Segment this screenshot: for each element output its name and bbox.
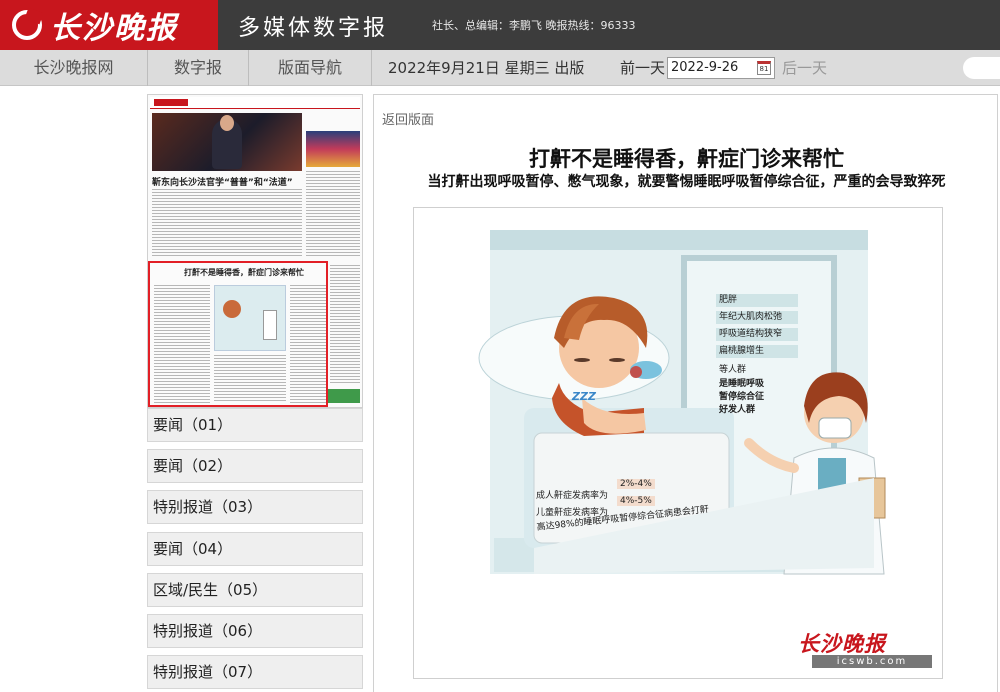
top-header: 长沙晚报 多媒体数字报 社长、总编辑：李鹏飞 晚报热线：96333: [0, 0, 1000, 50]
risk-item: 年纪大肌肉松弛: [716, 311, 798, 324]
thumbnail-illustration: [214, 285, 286, 351]
watermark-url: icswb.com: [812, 655, 932, 668]
date-value: 2022-9-26: [671, 60, 739, 75]
risk-item: 扁桃腺增生: [716, 345, 798, 358]
newspaper-watermark-logo: 长沙晚报 icswb.com: [798, 628, 933, 670]
risk-item: 呼吸道结构狭窄: [716, 328, 798, 341]
thumbnail-text-block: [154, 285, 210, 403]
next-day-link[interactable]: 后一天: [782, 50, 827, 86]
section-item-06[interactable]: 特别报道（06）: [147, 614, 363, 648]
thumbnail-text-block: [306, 171, 360, 257]
thumbnail-masthead: [150, 97, 360, 109]
thumbnail-selected-title: 打鼾不是睡得香，鼾症门诊来帮忙: [184, 268, 304, 277]
risk-conclusion: 暂停综合征: [719, 392, 765, 402]
stat-value: 4%-5%: [617, 496, 655, 506]
article-panel: 返回版面 打鼾不是睡得香，鼾症门诊来帮忙 当打鼾出现呼吸暂停、憋气现象，就要警惕…: [373, 94, 998, 692]
stat-label: 成人鼾症发病率为: [536, 491, 609, 501]
search-input[interactable]: [963, 57, 1000, 79]
thumbnail-text-block: [290, 285, 326, 403]
thumbnail-photo: [152, 113, 302, 171]
thumbnail-text-block: [214, 355, 286, 403]
back-to-page-link[interactable]: 返回版面: [382, 109, 434, 128]
page-thumbnail[interactable]: 靳东向长沙法官学“普普”和“法道” 打鼾不是睡得香，鼾症门诊来帮忙: [147, 94, 363, 408]
article-illustration[interactable]: 肥胖 年纪大肌肉松弛 呼吸道结构狭窄 扁桃腺增生 等人群 是睡眠呼吸 暂停综合征…: [413, 207, 943, 679]
article-title: 打鼾不是睡得香，鼾症门诊来帮忙: [529, 147, 844, 171]
nav-item-home[interactable]: 长沙晚报网: [0, 50, 148, 86]
section-item-04[interactable]: 要闻（04）: [147, 532, 363, 566]
site-title: 多媒体数字报: [238, 16, 389, 41]
thumbnail-side-image: [306, 131, 360, 167]
thumbnail-selected-article[interactable]: 打鼾不是睡得香，鼾症门诊来帮忙: [148, 261, 328, 407]
publish-date: 2022年9月21日 星期三 出版: [388, 59, 585, 77]
prev-day-link[interactable]: 前一天: [620, 50, 665, 86]
thumbnail-ad-block: [328, 389, 360, 403]
thumbnail-headline: 靳东向长沙法官学“普普”和“法道”: [152, 178, 293, 188]
section-item-07[interactable]: 特别报道（07）: [147, 655, 363, 689]
section-item-03[interactable]: 特别报道（03）: [147, 490, 363, 524]
section-item-02[interactable]: 要闻（02）: [147, 449, 363, 483]
risk-conclusion: 好发人群: [719, 405, 756, 415]
watermark-name: 长沙晚报: [798, 631, 886, 656]
risk-item: 肥胖: [716, 294, 798, 307]
logo-icon: [12, 10, 42, 40]
illustration-artwork: [478, 230, 886, 575]
nav-bar: 长沙晚报网 数字报 版面导航 2022年9月21日 星期三 出版 前一天 后一天: [0, 50, 1000, 86]
nav-item-digital[interactable]: 数字报: [148, 50, 249, 86]
snore-zzz-label: ZZZ: [572, 390, 596, 403]
editor-info: 社长、总编辑：李鹏飞 晚报热线：96333: [432, 19, 636, 32]
logo-text: 长沙晚报: [50, 11, 178, 46]
site-logo[interactable]: 长沙晚报: [0, 0, 218, 50]
date-picker-input[interactable]: 2022-9-26 81: [667, 57, 775, 79]
section-item-01[interactable]: 要闻（01）: [147, 408, 363, 442]
section-item-05[interactable]: 区域/民生（05）: [147, 573, 363, 607]
stat-value: 2%-4%: [617, 479, 655, 489]
calendar-icon[interactable]: 81: [757, 61, 771, 75]
article-subtitle: 当打鼾出现呼吸暂停、憋气现象，就要警惕睡眠呼吸暂停综合征，严重的会导致猝死: [427, 174, 946, 190]
thumbnail-text-block: [152, 189, 302, 257]
thumbnail-text-block: [330, 265, 360, 385]
nav-item-page-nav[interactable]: 版面导航: [249, 50, 372, 86]
risk-conclusion: 是睡眠呼吸: [719, 379, 765, 389]
risk-etc-label: 等人群: [719, 365, 747, 375]
